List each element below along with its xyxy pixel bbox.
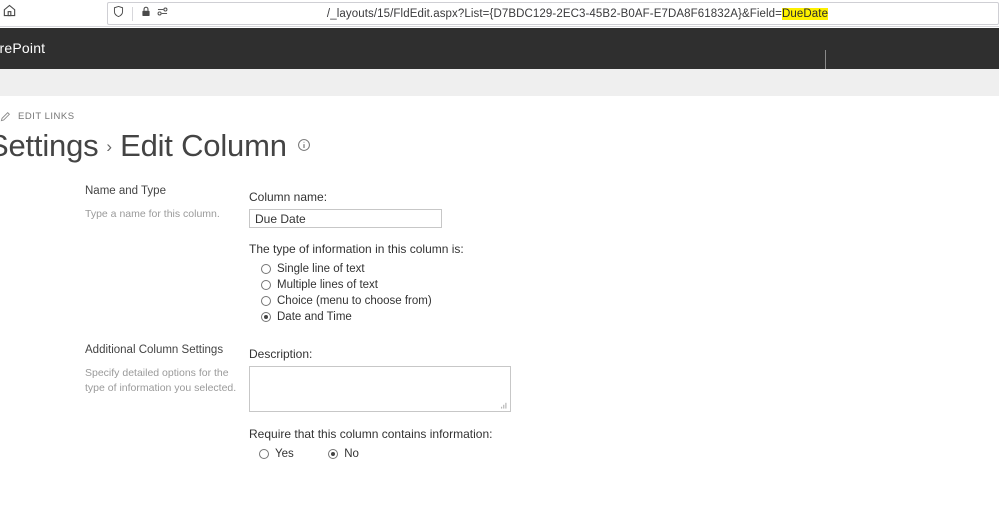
radio-indicator-selected[interactable] bbox=[328, 449, 339, 459]
section-heading-additional-settings: Additional Column Settings bbox=[85, 344, 224, 356]
radio-option-date-and-time[interactable]: Date and Time bbox=[249, 309, 464, 325]
text-cursor bbox=[825, 50, 826, 70]
home-button[interactable] bbox=[0, 1, 22, 25]
radio-label: Multiple lines of text bbox=[277, 279, 378, 291]
radio-label: No bbox=[344, 448, 359, 460]
radio-label: Date and Time bbox=[277, 311, 352, 323]
description-textarea[interactable] bbox=[249, 366, 511, 412]
edit-links-label: EDIT LINKS bbox=[18, 111, 75, 122]
resize-grip-icon[interactable] bbox=[499, 401, 508, 410]
description-label: Description: bbox=[249, 347, 313, 361]
url-highlighted-term: DueDate bbox=[781, 7, 829, 20]
radio-label: Choice (menu to choose from) bbox=[277, 295, 432, 307]
icon-divider bbox=[132, 6, 133, 21]
browser-toolbar: /_layouts/15/FldEdit.aspx?List={D7BDC129… bbox=[0, 0, 999, 27]
column-name-input[interactable] bbox=[249, 209, 442, 228]
edit-links-button[interactable]: EDIT LINKS bbox=[0, 111, 75, 122]
radio-option-require-yes[interactable]: Yes bbox=[249, 446, 294, 462]
radio-option-multiple-lines-of-text[interactable]: Multiple lines of text bbox=[249, 277, 464, 293]
section-description-additional-settings: Specify detailed options for the type of… bbox=[85, 367, 237, 395]
radio-indicator[interactable] bbox=[261, 264, 271, 274]
shield-icon[interactable] bbox=[112, 5, 125, 23]
require-information-radio-group: Yes No bbox=[249, 446, 492, 464]
section-name-and-type-labels: Name and Type Type a name for this colum… bbox=[85, 185, 245, 222]
require-information-field-group: Require that this column contains inform… bbox=[249, 427, 492, 464]
page-content: EDIT LINKS Settings › Edit Column Name a… bbox=[0, 96, 999, 510]
radio-option-require-no[interactable]: No bbox=[318, 446, 359, 462]
page-chrome-band bbox=[0, 69, 999, 96]
url-prefix: /_layouts/15/FldEdit.aspx?List={D7BDC129… bbox=[326, 7, 782, 20]
column-name-label: Column name: bbox=[249, 190, 328, 204]
require-information-label: Require that this column contains inform… bbox=[249, 427, 493, 441]
info-icon[interactable] bbox=[297, 138, 311, 157]
radio-option-single-line-of-text[interactable]: Single line of text bbox=[249, 261, 464, 277]
url-text[interactable]: /_layouts/15/FldEdit.aspx?List={D7BDC129… bbox=[169, 7, 998, 20]
radio-indicator[interactable] bbox=[261, 296, 271, 306]
section-heading-name-and-type: Name and Type bbox=[85, 185, 166, 197]
radio-label: Single line of text bbox=[277, 263, 365, 275]
radio-label: Yes bbox=[275, 448, 294, 460]
suite-bar: SharePoint bbox=[0, 28, 999, 69]
radio-option-choice[interactable]: Choice (menu to choose from) bbox=[249, 293, 464, 309]
address-bar[interactable]: /_layouts/15/FldEdit.aspx?List={D7BDC129… bbox=[107, 2, 999, 25]
column-type-radio-group: Single line of text Multiple lines of te… bbox=[249, 261, 464, 325]
radio-indicator-selected[interactable] bbox=[261, 312, 271, 322]
padlock-icon[interactable] bbox=[140, 5, 152, 23]
radio-indicator[interactable] bbox=[261, 280, 271, 290]
description-field-group: Description: bbox=[249, 347, 511, 412]
permissions-icon[interactable] bbox=[156, 5, 169, 23]
column-name-field-group: Column name: bbox=[249, 190, 442, 228]
pencil-icon bbox=[0, 111, 11, 122]
section-description-name-and-type: Type a name for this column. bbox=[85, 208, 220, 220]
breadcrumb: Settings › Edit Column bbox=[0, 128, 311, 164]
breadcrumb-parent[interactable]: Settings bbox=[0, 128, 99, 164]
section-additional-settings-labels: Additional Column Settings Specify detai… bbox=[85, 344, 245, 396]
page-title: Edit Column bbox=[120, 128, 287, 163]
breadcrumb-separator: › bbox=[106, 137, 113, 156]
sharepoint-brand-link[interactable]: SharePoint bbox=[0, 40, 45, 56]
column-type-field-group: The type of information in this column i… bbox=[249, 242, 464, 325]
column-type-label: The type of information in this column i… bbox=[249, 242, 464, 256]
address-bar-icons bbox=[108, 5, 169, 23]
radio-indicator[interactable] bbox=[259, 449, 269, 459]
home-icon bbox=[2, 3, 17, 23]
